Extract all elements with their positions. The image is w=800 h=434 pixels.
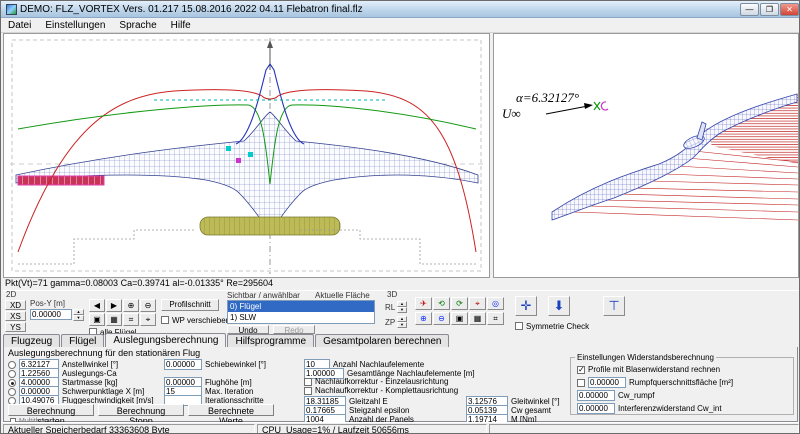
toolbar: 2D XD XS YS Pos-Y [m] ▲ ▼ ◀ ▶ ⊕ ⊖ ▣ ▦ ⌗ … xyxy=(3,290,799,333)
measure-3d-icon[interactable]: ⌗ xyxy=(487,312,504,325)
tee-view-icon[interactable]: ⊤ xyxy=(603,296,625,316)
zoom-in-icon[interactable]: ⊕ xyxy=(123,299,139,312)
pan-right-icon[interactable]: ▶ xyxy=(106,299,122,312)
menu-hilfe[interactable]: Hilfe xyxy=(164,19,198,32)
view-3d[interactable]: α=6.32127° U∞ xyxy=(493,33,799,278)
plot-status-line: Pkt(Vt)=71 gamma=0.08003 Ca=0.39741 al=-… xyxy=(5,278,605,289)
blasenwiderstand-checkbox[interactable] xyxy=(577,366,585,374)
close-button[interactable]: ✕ xyxy=(780,3,799,16)
surface-item-fluegel[interactable]: 0) Flügel xyxy=(228,301,374,312)
cw-int-input[interactable] xyxy=(577,403,615,414)
wp-verschieben-box[interactable] xyxy=(161,316,169,324)
fit-view-icon[interactable]: ▣ xyxy=(89,313,105,326)
u-infinity-label: U∞ xyxy=(502,106,521,121)
aircraft-wireframe xyxy=(552,94,797,220)
rl-label: RL xyxy=(385,303,395,312)
zoom-out-icon[interactable]: ⊖ xyxy=(140,299,156,312)
surface-list[interactable]: 0) Flügel 1) SLW xyxy=(227,300,375,324)
move-cross-icon[interactable]: ✛ xyxy=(515,296,537,316)
app-window: DEMO: FLZ_VORTEX Vers. 01.217 15.08.2016… xyxy=(0,0,800,434)
panel-caption: Auslegungsberechnung für den stationären… xyxy=(8,348,200,358)
nachlauf-komplett-row: Nachlaufkorrektur - Komplettausrichtung xyxy=(304,386,458,395)
pos-y-down-button[interactable]: ▼ xyxy=(73,315,84,321)
flow-direction-icon[interactable]: ⬇ xyxy=(548,296,570,316)
zp-down-button[interactable]: ▼ xyxy=(397,322,407,328)
xs-button[interactable]: XS xyxy=(5,311,26,321)
view-plane-icon[interactable]: ✈ xyxy=(415,297,432,310)
zoom-3d-out-icon[interactable]: ⊖ xyxy=(433,312,450,325)
window-title: DEMO: FLZ_VORTEX Vers. 01.217 15.08.2016… xyxy=(20,4,363,15)
wp-verschieben-checkbox[interactable]: WP verschieben xyxy=(161,315,230,326)
schiebewinkel-row: Schiebewinkel [°] xyxy=(164,359,266,370)
crosshair-icon[interactable]: ⌖ xyxy=(140,313,156,326)
grid-3d-icon[interactable]: ▦ xyxy=(469,312,486,325)
list-header-visible: Sichtbar / anwählbar xyxy=(227,291,300,300)
menu-einstellungen[interactable]: Einstellungen xyxy=(38,19,112,32)
tab-bar: Flugzeug Flügel Auslegungsberechnung Hil… xyxy=(3,333,799,347)
nachlauf-einzel-checkbox[interactable] xyxy=(304,378,312,386)
zp-label: ZP xyxy=(385,318,395,327)
auslegung-panel: Auslegungsberechnung für den stationären… xyxy=(3,347,798,422)
rotate-right-icon[interactable]: ⟳ xyxy=(451,297,468,310)
maximize-button[interactable]: ❐ xyxy=(760,3,779,16)
berechnung-starten-button[interactable]: Berechnung starten xyxy=(8,404,94,416)
view-3d-canvas: α=6.32127° U∞ xyxy=(494,34,798,277)
pan-left-icon[interactable]: ◀ xyxy=(89,299,105,312)
pos-y-input[interactable] xyxy=(30,309,72,320)
pos-y-label: Pos-Y [m] xyxy=(30,299,65,308)
group-3d-label: 3D xyxy=(387,290,397,299)
symmetrie-check-box[interactable] xyxy=(515,322,523,330)
berechnung-stopp-button[interactable]: Berechnung Stopp xyxy=(98,404,184,416)
ys-button[interactable]: YS xyxy=(5,322,26,332)
axes-3d-icon[interactable]: ⌖ xyxy=(469,297,486,310)
nachlauf-einzel-row: Nachlaufkorrektur - Einzelausrichtung xyxy=(304,377,448,386)
rumpfflaeche-row: Rumpfquerschnittsfläche [m²] xyxy=(577,377,733,388)
menu-datei[interactable]: Datei xyxy=(1,19,38,32)
menu-bar: Datei Einstellungen Sprache Hilfe xyxy=(1,18,800,33)
nachlauf-komplett-checkbox[interactable] xyxy=(304,387,312,395)
fit-3d-icon[interactable]: ▣ xyxy=(451,312,468,325)
rotate-left-icon[interactable]: ⟲ xyxy=(433,297,450,310)
tab-auslegungsberechnung[interactable]: Auslegungsberechnung xyxy=(105,333,226,347)
list-header-active: Aktuelle Fläche xyxy=(315,291,370,300)
menu-sprache[interactable]: Sprache xyxy=(112,19,163,32)
status-spacer xyxy=(489,424,799,434)
berechnete-werte-button[interactable]: Berechnete Werte xyxy=(188,404,274,416)
xd-button[interactable]: XD xyxy=(5,300,26,310)
status-bar: Aktueller Speicherbedarf 33363608 Byte C… xyxy=(1,422,800,434)
schiebewinkel-input[interactable] xyxy=(164,359,202,370)
blasenwiderstand-row: Profile mit Blasenwiderstand rechnen xyxy=(577,365,720,374)
cpu-status: CPU_Usage=1% / Laufzeit 50656ms xyxy=(257,424,487,434)
group-2d-label: 2D xyxy=(6,290,16,299)
title-bar[interactable]: DEMO: FLZ_VORTEX Vers. 01.217 15.08.2016… xyxy=(1,1,800,18)
tab-fluegel[interactable]: Flügel xyxy=(61,334,104,347)
planform-plot[interactable] xyxy=(3,33,490,278)
elevator-highlight-band xyxy=(200,217,340,235)
rumpfflaeche-input[interactable] xyxy=(588,377,626,388)
rumpfflaeche-checkbox[interactable] xyxy=(577,379,585,387)
cw-rumpf-row: Cw_rumpf xyxy=(577,390,654,401)
tab-flugzeug[interactable]: Flugzeug xyxy=(3,334,60,347)
rl-down-button[interactable]: ▼ xyxy=(397,307,407,313)
widerstand-group: Einstellungen Widerstandsberechnung Prof… xyxy=(570,353,794,415)
flap-highlight-band xyxy=(18,176,104,185)
profilschnitt-button[interactable]: Profilschnitt xyxy=(161,299,219,311)
velocity-marker-icon xyxy=(594,102,608,110)
memory-status: Aktueller Speicherbedarf 33363608 Byte xyxy=(3,424,255,434)
app-icon xyxy=(6,4,17,15)
tab-gesamtpolaren[interactable]: Gesamtpolaren berechnen xyxy=(315,334,449,347)
planform-canvas xyxy=(4,34,489,277)
cw-rumpf-input[interactable] xyxy=(577,390,615,401)
alpha-annotation: α=6.32127° xyxy=(516,90,579,105)
zoom-3d-in-icon[interactable]: ⊕ xyxy=(415,312,432,325)
minimize-button[interactable]: — xyxy=(740,3,759,16)
surface-item-slw[interactable]: 1) SLW xyxy=(228,312,374,323)
flow-annotation: α=6.32127° U∞ xyxy=(502,90,608,121)
cw-int-row: Interferenzwiderstand Cw_int xyxy=(577,403,722,414)
tab-hilfsprogramme[interactable]: Hilfsprogramme xyxy=(227,334,314,347)
camera-icon[interactable]: ◎ xyxy=(487,297,504,310)
measure-icon[interactable]: ⌗ xyxy=(123,313,139,326)
grid-toggle-icon[interactable]: ▦ xyxy=(106,313,122,326)
symmetrie-check-checkbox[interactable]: Symmetrie Check xyxy=(515,321,589,332)
